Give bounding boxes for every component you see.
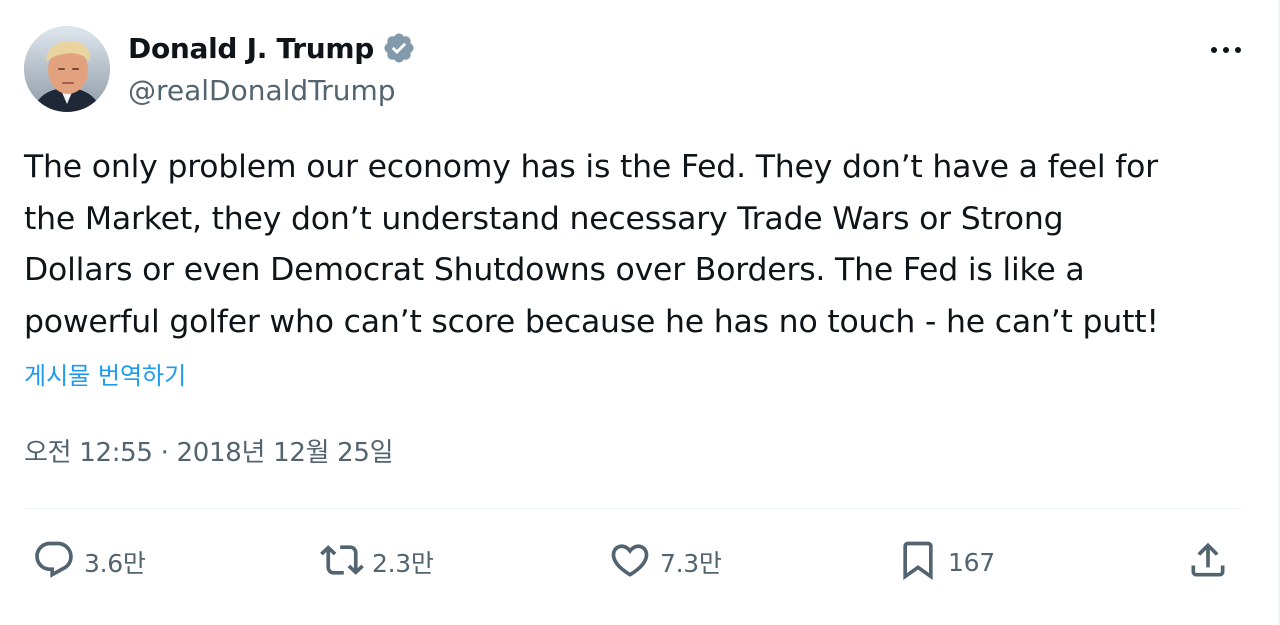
more-icon[interactable] [1204,32,1248,68]
share-button[interactable] [1186,534,1230,590]
verified-badge-icon[interactable] [382,31,416,65]
author-info: Donald J. Trump @realDonaldTrump [128,28,416,107]
reply-icon [32,538,76,586]
tweet-line: powerful golfer who can’t score because … [24,303,1159,340]
tweet-text: The only problem our economy has is the … [24,142,1254,348]
bookmark-count: 167 [948,547,995,577]
handle[interactable]: @realDonaldTrump [128,74,416,107]
tweet-line: the Market, they don’t understand necess… [24,200,1064,237]
name-row: Donald J. Trump [128,28,416,68]
bookmark-icon [896,538,940,586]
repost-icon [320,538,364,586]
divider [24,508,1242,509]
reply-count: 3.6만 [84,549,146,578]
translate-link[interactable]: 게시물 번역하기 [24,356,186,391]
bookmark-button[interactable]: 167 [896,534,995,590]
like-count: 7.3만 [660,549,722,578]
action-bar: 3.6만 2.3만 7.3만 167 [24,534,1242,590]
reply-button[interactable]: 3.6만 [32,534,146,590]
repost-count: 2.3만 [372,549,434,578]
tweet-line: Dollars or even Democrat Shutdowns over … [24,252,1085,288]
like-icon [608,538,652,586]
tweet-header: Donald J. Trump @realDonaldTrump [24,26,1254,116]
share-icon [1186,538,1230,586]
display-name[interactable]: Donald J. Trump [128,32,374,65]
like-button[interactable]: 7.3만 [608,534,722,590]
timestamp[interactable]: 오전 12:55 · 2018년 12월 25일 [24,432,394,469]
tweet-line: The only problem our economy has is the … [24,149,1158,185]
avatar[interactable] [24,26,110,112]
repost-button[interactable]: 2.3만 [320,534,434,590]
